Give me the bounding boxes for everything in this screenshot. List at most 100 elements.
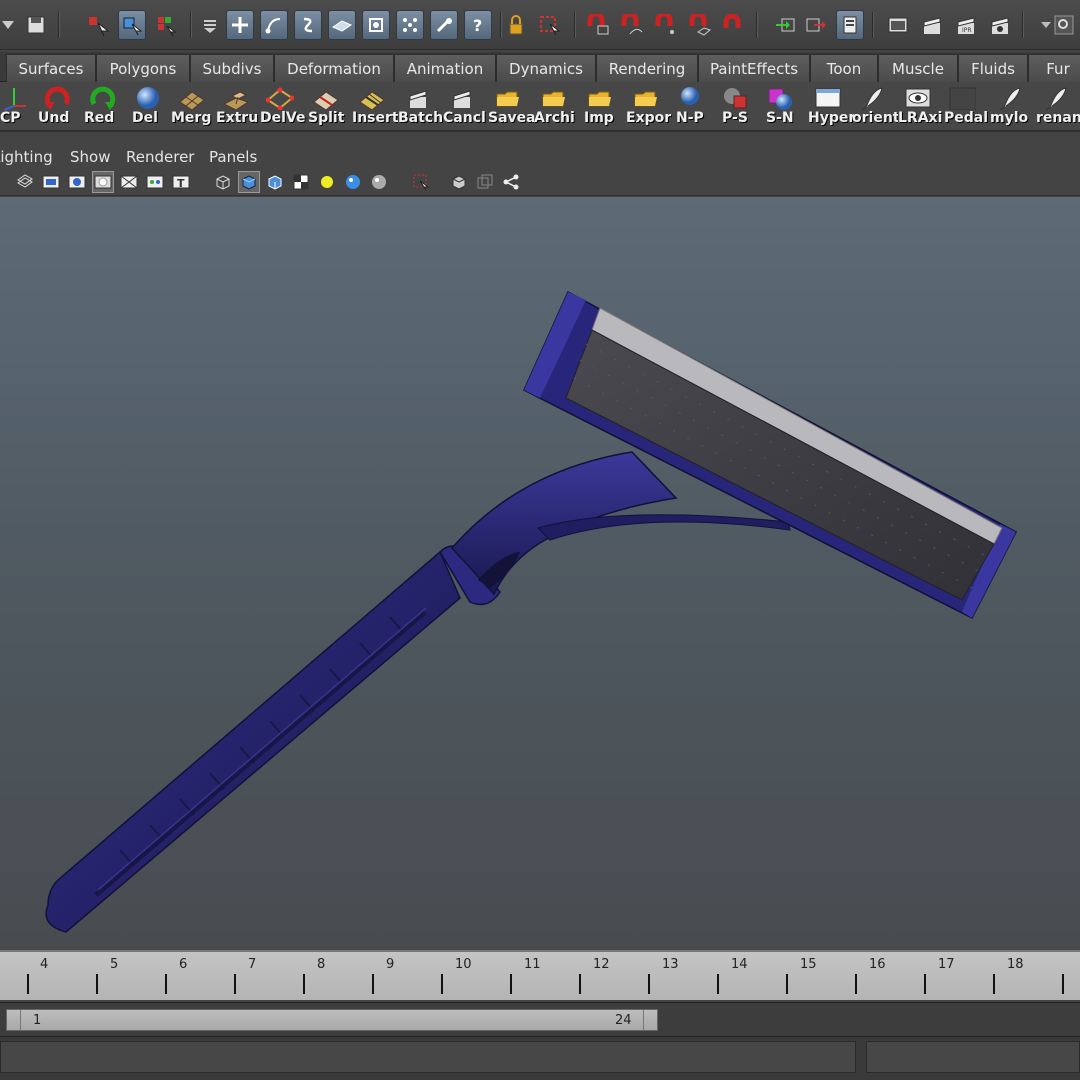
shelf-button-mylo[interactable]: mylo <box>988 84 1032 128</box>
frame-label: 16 <box>869 957 886 972</box>
tab-fluids[interactable]: Fluids <box>958 54 1028 82</box>
ipr-render-icon[interactable]: IPR <box>952 10 980 40</box>
menu-set-arrow-icon[interactable] <box>0 10 22 40</box>
shelf-button-n-p[interactable]: N-P <box>668 84 712 128</box>
shelf-button-label: Red <box>84 110 115 126</box>
shelf-button-p-s[interactable]: P-S <box>714 84 758 128</box>
snap-magnet-plane-icon[interactable] <box>686 10 714 40</box>
shelf-button-rename[interactable]: renan <box>1034 84 1080 128</box>
textured-icon[interactable] <box>290 171 312 193</box>
shelf-button-redo[interactable]: Red <box>80 84 124 128</box>
range-slider-bar[interactable]: 1 24 <box>6 1009 658 1031</box>
frame-label: 17 <box>938 957 955 972</box>
snap-magnet-grid-icon[interactable] <box>584 10 612 40</box>
make-live-icon[interactable] <box>362 10 390 40</box>
tab-deformation[interactable]: Deformation <box>274 54 394 82</box>
range-end-handle[interactable] <box>643 1010 657 1030</box>
smooth-shade-cube-icon[interactable] <box>238 171 260 193</box>
snap-magnet-curve-icon[interactable] <box>618 10 646 40</box>
tab-toon[interactable]: Toon <box>810 54 878 82</box>
wireframe-cube-icon[interactable] <box>212 171 234 193</box>
shelf-button-cancel-batch[interactable]: Cancl <box>440 84 486 128</box>
tab-muscle[interactable]: Muscle <box>878 54 958 82</box>
safe-action-icon[interactable] <box>144 171 166 193</box>
wireframe-on-shaded-icon[interactable] <box>264 171 286 193</box>
shelf-button-s-n[interactable]: S-N <box>758 84 802 128</box>
snap-to-curves-icon[interactable] <box>260 10 288 40</box>
separator <box>58 12 60 38</box>
attribute-editor-toggle-icon[interactable] <box>836 10 864 40</box>
frame-label: 15 <box>800 957 817 972</box>
xray-cube-icon[interactable] <box>448 171 470 193</box>
quick-select-field-icon[interactable] <box>1050 10 1078 40</box>
frame-tick <box>96 974 98 994</box>
select-by-object-type-icon[interactable] <box>118 10 146 40</box>
menu-panels[interactable]: Panels <box>209 148 257 166</box>
snap-to-points-icon[interactable] <box>294 10 322 40</box>
shelf-button-save-as[interactable]: Savea <box>486 84 534 128</box>
select-highlighted-icon[interactable] <box>536 10 564 40</box>
command-input[interactable] <box>0 1041 856 1073</box>
menu-lighting[interactable]: Lighting <box>0 148 53 166</box>
tab-surfaces[interactable]: Surfaces <box>6 54 96 82</box>
shelf-button-hypershade[interactable]: Hyper <box>806 84 854 128</box>
range-start-handle[interactable] <box>7 1010 21 1030</box>
film-gate-icon[interactable] <box>40 171 62 193</box>
tab-rendering[interactable]: Rendering <box>596 54 698 82</box>
shelf-button-center-pivot[interactable]: CP <box>0 84 36 128</box>
shelf-button-lra-axis[interactable]: LRAxi <box>896 84 942 128</box>
help-icon[interactable]: ? <box>464 10 492 40</box>
tab-animation[interactable]: Animation <box>394 54 496 82</box>
snap-to-view-planes-icon[interactable] <box>328 10 356 40</box>
xray-joints-icon[interactable] <box>474 171 496 193</box>
render-current-frame-icon[interactable] <box>430 10 458 40</box>
shelf-button-export[interactable]: Expor <box>624 84 671 128</box>
snap-magnet-point-icon[interactable] <box>652 10 680 40</box>
razor-model[interactable] <box>0 197 1080 950</box>
shelf-button-batch[interactable]: Batch <box>396 84 443 128</box>
shelf-button-undo[interactable]: Und <box>36 84 80 128</box>
shelf-button-pedal[interactable]: Pedal <box>940 84 988 128</box>
tab-fur[interactable]: Fur <box>1028 54 1080 82</box>
input-connections-icon[interactable] <box>772 10 800 40</box>
shelf-button-delete-vertex[interactable]: DelVe <box>258 84 305 128</box>
use-all-lights-icon[interactable] <box>342 171 364 193</box>
shelf-button-import[interactable]: Imp <box>578 84 622 128</box>
gate-mask-icon[interactable] <box>92 171 114 193</box>
shelf-button-split[interactable]: Split <box>304 84 348 128</box>
isolate-select-icon[interactable] <box>410 171 432 193</box>
select-by-hierarchy-icon[interactable] <box>84 10 112 40</box>
menu-show[interactable]: Show <box>70 148 110 166</box>
safe-title-icon[interactable]: T <box>170 171 192 193</box>
perspective-viewport[interactable] <box>0 197 1080 950</box>
tab-polygons[interactable]: Polygons <box>96 54 190 82</box>
menu-renderer[interactable]: Renderer <box>126 148 194 166</box>
shelf-button-insert-edge[interactable]: Insert <box>350 84 398 128</box>
shelf-button-extrude[interactable]: Extru <box>214 84 258 128</box>
snap-magnet-surface-icon[interactable] <box>720 10 748 40</box>
tab-painteffects[interactable]: PaintEffects <box>698 54 810 82</box>
shelf-button-orient[interactable]: orient <box>850 84 898 128</box>
tab-subdivs[interactable]: Subdivs <box>190 54 274 82</box>
history-icon[interactable] <box>396 10 424 40</box>
render-settings-icon[interactable] <box>986 10 1014 40</box>
save-scene-icon[interactable] <box>22 10 50 40</box>
field-chart-icon[interactable] <box>118 171 140 193</box>
time-slider[interactable]: 4 5 6 7 8 9 10 11 12 13 14 15 16 17 18 <box>0 950 1080 1000</box>
render-clapper-icon[interactable] <box>918 10 946 40</box>
resolution-gate-icon[interactable] <box>66 171 88 193</box>
select-by-component-type-icon[interactable] <box>152 10 180 40</box>
share-nodes-icon[interactable] <box>500 171 522 193</box>
selection-mask-icon[interactable] <box>196 10 224 40</box>
snap-to-grids-icon[interactable] <box>226 10 254 40</box>
lock-icon[interactable] <box>502 10 530 40</box>
shelf-button-delete[interactable]: Del <box>126 84 170 128</box>
shelf-button-merge[interactable]: Merg <box>170 84 214 128</box>
output-connections-icon[interactable] <box>802 10 830 40</box>
shelf-button-archive[interactable]: Archi <box>532 84 576 128</box>
shadows-icon[interactable] <box>368 171 390 193</box>
tab-dynamics[interactable]: Dynamics <box>496 54 596 82</box>
use-default-lighting-icon[interactable] <box>316 171 338 193</box>
render-view-icon[interactable] <box>884 10 912 40</box>
wireframe-icon[interactable] <box>14 171 36 193</box>
